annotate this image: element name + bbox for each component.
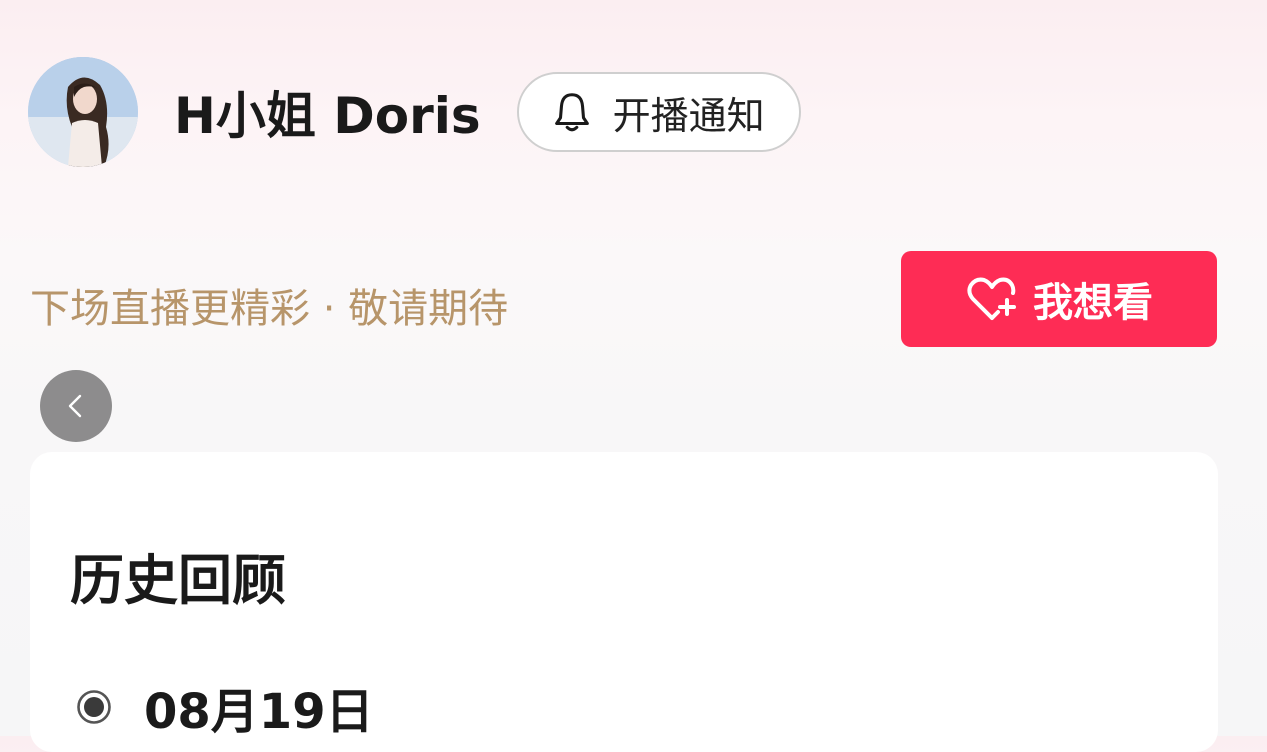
streamer-header: H小姐 Doris 开播通知 <box>28 56 801 168</box>
back-button[interactable] <box>40 370 112 442</box>
avatar-image <box>28 57 138 167</box>
heart-plus-icon <box>967 277 1016 320</box>
next-stream-teaser: 下场直播更精彩 · 敬请期待 <box>30 286 509 332</box>
want-to-watch-label: 我想看 <box>1033 280 1153 326</box>
streamer-name: H小姐 Doris <box>174 87 481 145</box>
history-entry[interactable]: 08月19日 <box>76 672 374 742</box>
chevron-left-icon <box>68 394 82 418</box>
want-to-watch-button[interactable]: 我想看 <box>901 251 1217 347</box>
history-entry-date: 08月19日 <box>144 684 374 740</box>
radio-selected-icon <box>77 690 111 724</box>
live-notify-label: 开播通知 <box>612 93 765 138</box>
bell-icon <box>554 93 589 132</box>
avatar[interactable] <box>28 57 138 167</box>
live-notify-button[interactable]: 开播通知 <box>516 72 801 152</box>
history-card: 历史回顾 08月19日 <box>30 452 1218 752</box>
history-title: 历史回顾 <box>70 549 286 612</box>
